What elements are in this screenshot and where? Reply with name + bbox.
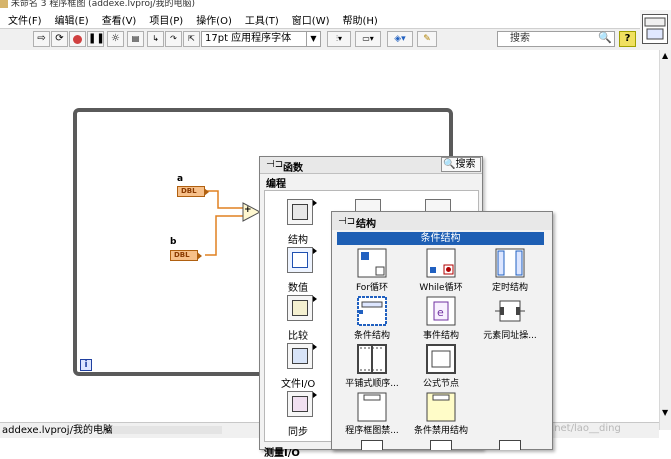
palette-item-timed-structure[interactable]: 定时结构 [475, 280, 545, 293]
diagram-disable-icon[interactable] [357, 392, 387, 422]
structures-palette-header: ⊣⊐ 结构 [332, 212, 552, 230]
feedback-node-icon[interactable] [361, 440, 383, 450]
palette-item-numeric[interactable]: 数值 [288, 279, 308, 294]
scroll-down-icon: ▼ [662, 408, 669, 417]
file-io-icon[interactable] [287, 343, 317, 369]
vertical-scrollbar[interactable]: ▲ ▼ [659, 50, 671, 430]
pin-icon[interactable]: ⊣⊐ [266, 159, 283, 170]
palette-item-flat-sequence[interactable]: 平铺式顺序... [337, 376, 407, 389]
palette-item-case-structure[interactable]: 条件结构 [337, 328, 407, 341]
palette-item-file-io[interactable]: 文件I/O [281, 375, 315, 390]
palette-category-measurement-io[interactable]: 测量I/O [264, 444, 300, 459]
terminal-a-type: DBL [181, 187, 197, 195]
for-loop-icon[interactable] [357, 248, 387, 278]
structures-icon[interactable] [287, 199, 317, 225]
wire-a [205, 190, 244, 209]
terminal-a[interactable]: DBL [177, 186, 209, 197]
palette-search-button[interactable]: 🔍搜索 [441, 157, 481, 172]
search-icon: 🔍 [443, 159, 456, 170]
functions-palette-title: 函数 [283, 163, 303, 174]
functions-palette-header: ⊣⊐ 函数 🔍搜索 [260, 157, 482, 174]
palette-item-diagram-disable[interactable]: 程序框图禁... [337, 423, 407, 436]
numeric-icon[interactable] [287, 247, 317, 273]
formula-node-icon[interactable] [426, 344, 456, 374]
selected-item-tooltip: 条件结构 [337, 232, 544, 245]
comparison-icon[interactable] [287, 295, 317, 321]
terminal-b-label: b [170, 237, 177, 247]
pin-icon[interactable]: ⊣⊐ [338, 216, 355, 227]
flat-sequence-icon[interactable] [357, 344, 387, 374]
palette-item-structures[interactable]: 结构 [288, 231, 308, 246]
palette-item-while-loop[interactable]: While循环 [406, 280, 476, 293]
add-node-symbol: + [244, 205, 252, 215]
palette-item-in-place-element[interactable]: 元素同址操... [475, 328, 545, 341]
synchronization-icon[interactable] [287, 391, 317, 417]
in-place-element-icon[interactable] [495, 296, 525, 326]
terminal-a-label: a [177, 174, 184, 184]
palette-item-comparison[interactable]: 比较 [288, 327, 308, 342]
terminal-b[interactable]: DBL [170, 250, 202, 261]
local-variable-icon[interactable] [499, 440, 521, 450]
timed-structure-icon[interactable] [495, 248, 525, 278]
palette-search-label: 搜索 [455, 159, 476, 170]
scroll-up-icon: ▲ [662, 51, 669, 60]
while-loop-icon[interactable] [426, 248, 456, 278]
palette-category-programming[interactable]: 编程 [266, 175, 286, 190]
terminal-b-type: DBL [174, 251, 190, 259]
scroll-left-icon[interactable]: < [104, 423, 112, 438]
iteration-terminal[interactable]: i [80, 359, 92, 371]
wire-b [205, 215, 244, 256]
shift-register-icon[interactable] [430, 440, 452, 450]
structures-palette[interactable]: ⊣⊐ 结构 条件结构 For循环 While循环 定时结构 条件结构 e 事件结… [331, 211, 553, 450]
horizontal-scrollbar[interactable] [112, 426, 222, 434]
palette-item-conditional-disable[interactable]: 条件禁用结构 [406, 423, 476, 436]
structures-palette-title: 结构 [356, 219, 376, 230]
conditional-disable-icon[interactable] [426, 392, 456, 422]
project-path: addexe.lvproj/我的电脑 [2, 425, 113, 436]
iteration-label: i [84, 360, 88, 370]
palette-item-synchronization[interactable]: 同步 [288, 423, 308, 438]
palette-item-for-loop[interactable]: For循环 [337, 280, 407, 293]
palette-item-formula-node[interactable]: 公式节点 [406, 376, 476, 389]
case-structure-icon[interactable] [357, 296, 387, 326]
palette-item-event-structure[interactable]: 事件结构 [406, 328, 476, 341]
event-structure-icon[interactable]: e [426, 296, 456, 326]
svg-text:e: e [437, 306, 444, 319]
